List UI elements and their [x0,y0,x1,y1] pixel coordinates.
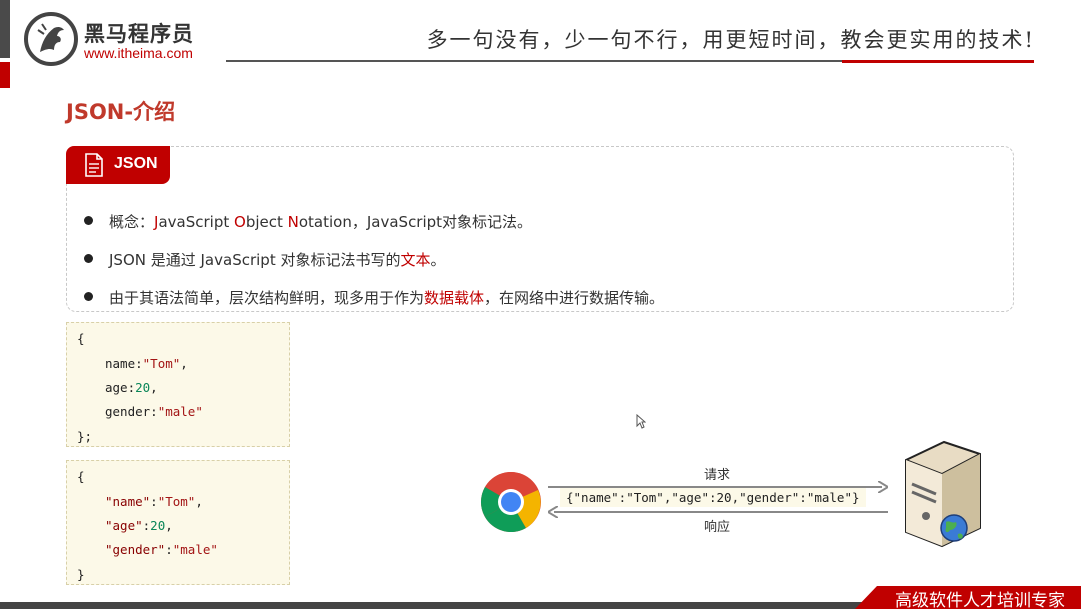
json-tab-label: JSON [114,155,158,172]
code-line: "age":20, [105,518,173,533]
code-number: 20 [150,518,166,533]
left-accent-red [0,62,10,88]
page-title: JSON-介绍 [66,100,176,124]
code-key: "gender" [105,542,166,557]
mouse-cursor-icon [636,414,646,429]
bullet-data-carrier: 由于其语法简单，层次结构鲜明，现多用于作为数据载体，在网络中进行数据传输。 [84,287,664,308]
js-object-code: { name:"Tom", age:20, gender:"male" }; [66,322,290,447]
code-number: 20 [135,380,151,395]
chrome-browser-icon [480,472,541,533]
code-line: "name":"Tom", [105,494,203,509]
json-payload: {"name":"Tom","age":20,"gender":"male"} [560,488,866,507]
document-icon [85,153,103,177]
json-tab: JSON [66,146,170,184]
bullet2-highlight: 文本 [400,251,431,269]
bullet-dot [84,254,93,263]
footer-tag: 高级软件人才培训专家 [855,584,1081,611]
concept-letter-n: N [287,213,299,231]
header-divider-red [842,60,1034,63]
code-line: name:"Tom", [105,356,188,371]
footer-tag-text: 高级软件人才培训专家 [895,591,1065,611]
concept-prefix: 概念： [109,213,155,231]
bullet2-suffix: 。 [430,251,446,269]
code-string: "male" [172,542,218,557]
bullet-dot [84,216,93,225]
code-key: age [105,380,128,395]
code-line: "gender":"male" [105,542,218,557]
bullet3-suffix: ，在网络中进行数据传输。 [484,289,665,307]
code-line: } [77,567,85,582]
response-label: 响应 [704,520,731,535]
bullet-concept: 概念：JavaScript Object Notation，JavaScript… [84,211,532,232]
server-icon [905,440,981,548]
bullet2-text: JSON 是通过 JavaScript 对象标记法书写的 [109,251,401,269]
code-key: name [105,356,136,371]
json-code: { "name":"Tom", "age":20, "gender":"male… [66,460,290,585]
code-key: "age" [105,518,143,533]
request-label: 请求 [704,468,731,483]
logo-chinese-name: 黑马程序员 [84,22,194,46]
concept-text-3: otation，JavaScript对象标记法。 [298,213,533,231]
code-string: "male" [157,404,203,419]
concept-text-1: avaScript [158,213,234,231]
code-line: gender:"male" [105,404,203,419]
logo-url: www.itheima.com [84,45,193,61]
bullet3-highlight: 数据载体 [424,289,485,307]
code-string: "Tom" [157,494,196,509]
bullet-text: JSON 是通过 JavaScript 对象标记法书写的文本。 [84,249,446,270]
concept-text-2: bject [245,213,288,231]
concept-letter-o: O [234,213,246,231]
code-key: "name" [105,494,151,509]
code-key: gender [105,404,151,419]
code-line: { [77,331,85,346]
code-line: { [77,469,85,484]
bullet3-text: 由于其语法简单，层次结构鲜明，现多用于作为 [109,289,425,307]
code-line: age:20, [105,380,158,395]
code-string: "Tom" [142,356,181,371]
horse-logo-icon [24,12,78,66]
slogan: 多一句没有，少一句不行，用更短时间，教会更实用的技术! [426,28,1035,52]
left-accent-bar [0,0,10,58]
bullet-dot [84,292,93,301]
code-line: }; [77,429,93,444]
logo: 黑马程序员 www.itheima.com [24,12,224,66]
